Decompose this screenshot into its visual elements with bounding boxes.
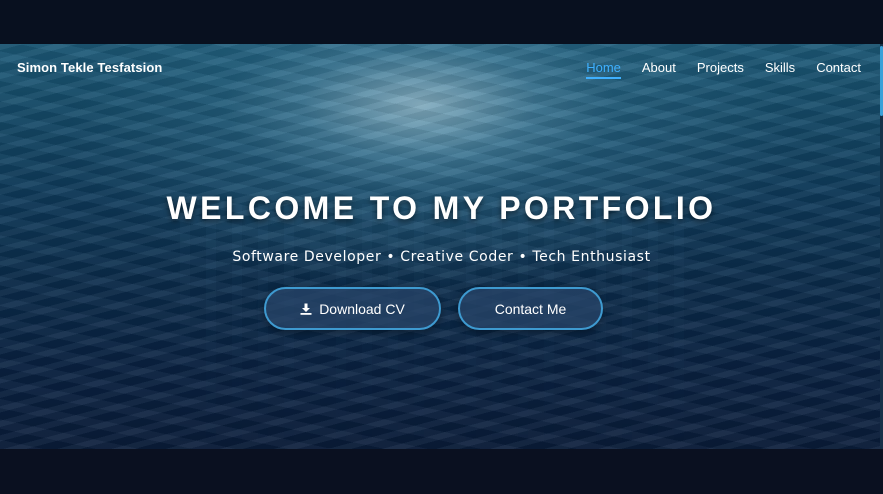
hero-subtitle: Software Developer • Creative Coder • Te… [232, 249, 651, 265]
download-cv-label: Download CV [319, 300, 405, 317]
nav-projects[interactable]: Projects [697, 60, 744, 79]
top-bar [0, 0, 883, 44]
bottom-bar [0, 449, 883, 494]
download-cv-button[interactable]: Download CV [264, 287, 441, 330]
download-icon [300, 303, 312, 315]
hero-section [0, 44, 883, 449]
contact-me-label: Contact Me [494, 300, 567, 317]
brand-name[interactable]: Simon Tekle Tesfatsion [17, 60, 162, 75]
nav-about[interactable]: About [642, 60, 676, 79]
hero-headline: WELCOME TO MY PORTFOLIO [166, 190, 717, 226]
main-nav: Home About Projects Skills Contact [586, 60, 861, 79]
nav-home[interactable]: Home [586, 60, 621, 79]
contact-me-button[interactable]: Contact Me [458, 287, 603, 330]
nav-skills[interactable]: Skills [765, 60, 795, 79]
nav-contact[interactable]: Contact [816, 60, 861, 79]
